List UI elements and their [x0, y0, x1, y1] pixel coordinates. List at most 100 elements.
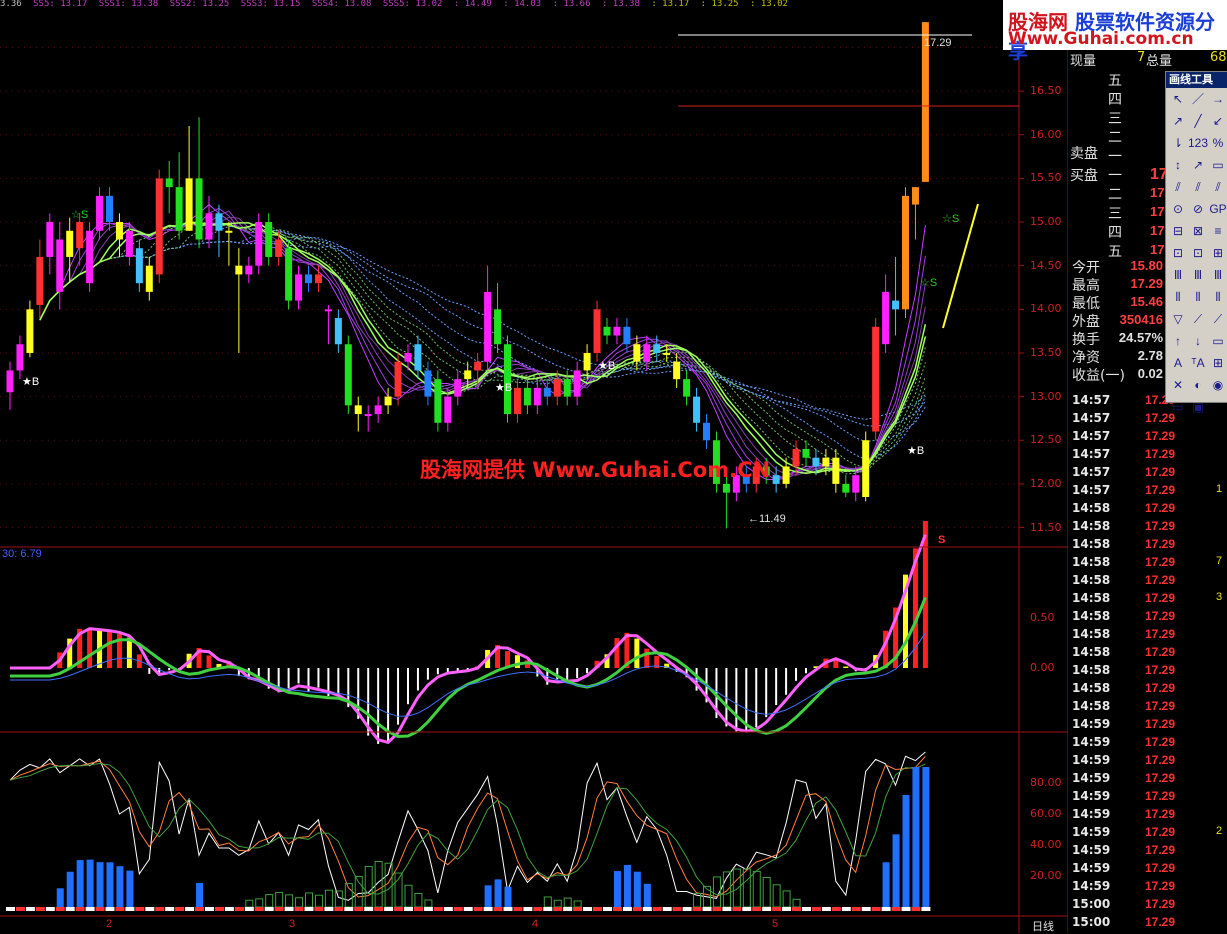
drawing-tool-icon[interactable]: ⊞: [1208, 242, 1227, 264]
drawing-tool-icon[interactable]: ⟋: [1208, 308, 1227, 330]
candle-body: [663, 352, 671, 355]
candle-body: [275, 239, 283, 257]
bottom-strip: [443, 907, 453, 911]
candle-body: [494, 309, 502, 345]
kdj-volume-bar: [543, 896, 552, 908]
drawing-tool-icon[interactable]: ᵀA: [1188, 352, 1208, 374]
kdj-volume-bar: [116, 866, 124, 907]
drawing-toolbox[interactable]: 画线工具 ↖ ／ → ↗ ╱ ↙ ⇂ 123% ↕ ↗ ▭ ⫽ ⫽ ⫽ ⊙ ⊘ GP ⊟ ⊠ ≡ ⊡ ⊡ ⊞ Ⅲ Ⅲ Ⅲ ⫴ ⫴ ⫴ ▽ ⟋…: [1165, 71, 1227, 414]
candle-body: [86, 230, 94, 284]
drawing-tool-icon[interactable]: ⫴: [1208, 286, 1227, 308]
tick-price: 17.29: [1145, 483, 1176, 497]
bottom-strip: [6, 907, 15, 911]
bottom-strip: [513, 907, 523, 911]
toolbox-title[interactable]: 画线工具: [1166, 72, 1227, 88]
tick-price: 17.29: [1145, 735, 1176, 749]
drawing-tool-icon[interactable]: ▽: [1168, 308, 1188, 330]
price-axis-label: 12.50: [1030, 433, 1062, 447]
candle-body: [165, 178, 173, 188]
date-label: 2: [106, 918, 113, 930]
candle-body: [852, 475, 860, 493]
candle-body: [6, 370, 14, 393]
bottom-strip: [901, 907, 911, 911]
drawing-tool-icon[interactable]: GP: [1208, 198, 1227, 220]
candle-body: [533, 387, 541, 406]
candle-body: [314, 274, 322, 284]
candle-body: [822, 457, 830, 467]
tick-time: 14:59: [1072, 825, 1111, 839]
drawing-tool-icon[interactable]: ⟋: [1188, 308, 1208, 330]
drawing-tool-icon[interactable]: ⫴: [1188, 286, 1208, 308]
candle-body: [842, 483, 850, 493]
kdj-volume-bar: [126, 870, 134, 907]
drawing-tool-icon[interactable]: ⇂: [1168, 132, 1188, 154]
drawing-tool-icon[interactable]: 123: [1188, 132, 1208, 154]
bottom-strip: [463, 907, 473, 911]
kdj-axis-label: 80.00: [1030, 776, 1062, 789]
date-label: 4: [532, 918, 539, 930]
sell-signal: ☆S: [920, 277, 938, 289]
buy-level-price: 17: [1150, 242, 1165, 257]
drawing-tool-icon[interactable]: ↖: [1168, 88, 1188, 110]
price-axis-label: 11.50: [1030, 520, 1062, 534]
candle-body: [782, 466, 790, 484]
candlesticks[interactable]: [6, 22, 979, 529]
candle-body: [633, 344, 641, 362]
buy-signal: ★B: [598, 360, 616, 372]
drawing-tool-icon[interactable]: ⫽: [1208, 176, 1227, 198]
sell-side-label: 卖盘: [1070, 146, 1098, 162]
drawing-tool-icon[interactable]: ✕: [1168, 374, 1188, 396]
drawing-tool-icon[interactable]: ◉: [1208, 374, 1227, 396]
drawing-tool-icon[interactable]: ≡: [1208, 220, 1227, 242]
bottom-strip: [314, 907, 324, 911]
period-label[interactable]: 日线: [1032, 918, 1054, 934]
drawing-tool-icon[interactable]: ⫽: [1168, 176, 1188, 198]
tick-price: 17.29: [1145, 897, 1176, 911]
drawing-tool-icon[interactable]: ⫴: [1168, 286, 1188, 308]
low-price-value: 11.49: [759, 513, 786, 525]
drawing-tool-icon[interactable]: Ⅲ: [1208, 264, 1227, 286]
tick-time: 14:58: [1072, 681, 1111, 695]
drawing-tool-icon[interactable]: ◐: [1188, 374, 1208, 396]
ma-value: : 14.49: [453, 0, 492, 9]
drawing-tool-icon[interactable]: Ⅲ: [1168, 264, 1188, 286]
drawing-tool-icon[interactable]: ⊘: [1188, 198, 1208, 220]
drawing-tool-icon[interactable]: ╱: [1188, 110, 1208, 132]
drawing-tool-icon[interactable]: ↕: [1168, 154, 1188, 176]
tick-time: 14:58: [1072, 501, 1111, 515]
drawing-tool-icon[interactable]: ▭: [1208, 330, 1227, 352]
drawing-tool-icon[interactable]: %: [1208, 132, 1227, 154]
candle-body: [424, 370, 432, 397]
tick-time: 14:58: [1072, 699, 1111, 713]
candle-body: [414, 344, 422, 371]
drawing-tool-icon[interactable]: ⊡: [1168, 242, 1188, 264]
tick-price: 17.29: [1145, 825, 1176, 839]
kdj-volume-bar: [732, 868, 741, 908]
candle-body: [474, 361, 482, 371]
drawing-tool-icon[interactable]: ▭: [1168, 396, 1188, 418]
candle-body: [504, 344, 511, 415]
drawing-tool-icon[interactable]: ▣: [1188, 396, 1208, 418]
drawing-tool-icon[interactable]: A: [1168, 352, 1188, 374]
candle-body: [265, 222, 273, 257]
drawing-tool-icon[interactable]: ↗: [1188, 154, 1208, 176]
drawing-tool-icon[interactable]: ↓: [1188, 330, 1208, 352]
candle-body: [523, 387, 531, 406]
drawing-tool-icon[interactable]: ⫽: [1188, 176, 1208, 198]
drawing-tool-icon[interactable]: →: [1208, 88, 1227, 110]
drawing-tool-icon[interactable]: Ⅲ: [1188, 264, 1208, 286]
tick-price: 17.29: [1145, 555, 1176, 569]
drawing-tool-icon[interactable]: ⊠: [1188, 220, 1208, 242]
drawing-tool-icon[interactable]: ⊟: [1168, 220, 1188, 242]
drawing-tool-icon[interactable]: ↗: [1168, 110, 1188, 132]
drawing-tool-icon[interactable]: ↙: [1208, 110, 1227, 132]
drawing-tool-icon[interactable]: ⊙: [1168, 198, 1188, 220]
drawing-tool-icon[interactable]: ⊞: [1208, 352, 1227, 374]
drawing-tool-icon[interactable]: ／: [1188, 88, 1208, 110]
drawing-tool-icon[interactable]: ⊡: [1188, 242, 1208, 264]
price-axis-label: 13.50: [1030, 345, 1062, 359]
drawing-tool-icon[interactable]: ↑: [1168, 330, 1188, 352]
bottom-strip: [493, 907, 503, 911]
drawing-tool-icon[interactable]: ▭: [1208, 154, 1227, 176]
buy-level-label: 五: [1108, 244, 1122, 260]
